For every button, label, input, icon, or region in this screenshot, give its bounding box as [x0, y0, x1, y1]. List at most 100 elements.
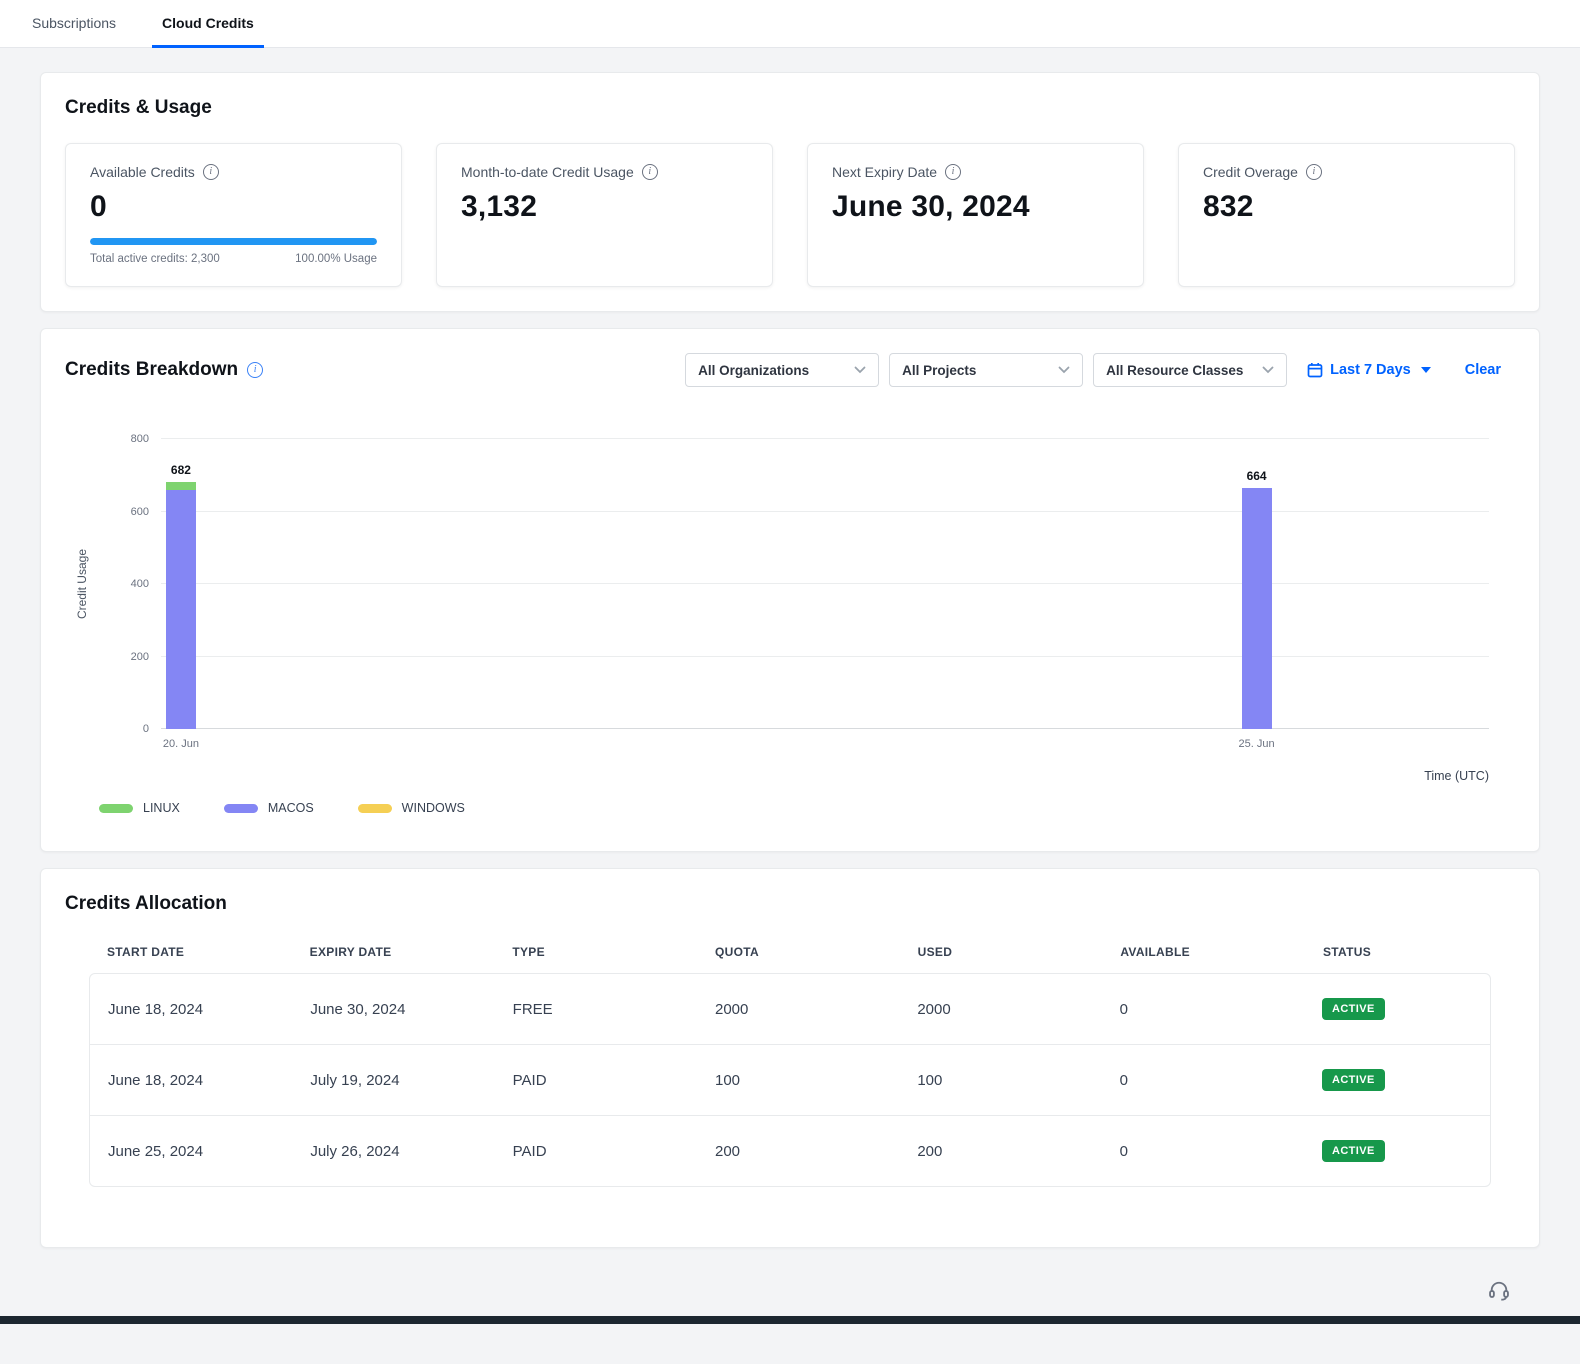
cell-quota: 100 — [715, 1072, 917, 1089]
cell-start-date: June 25, 2024 — [108, 1143, 310, 1160]
mtd-usage-card: Month-to-date Credit Usage i 3,132 — [436, 143, 773, 287]
table-row: June 18, 2024 June 30, 2024 FREE 2000 20… — [90, 974, 1490, 1045]
cell-used: 200 — [917, 1143, 1119, 1160]
credits-allocation-title: Credits Allocation — [65, 893, 1515, 915]
cell-available: 0 — [1120, 1143, 1322, 1160]
cell-available: 0 — [1120, 1072, 1322, 1089]
legend-swatch — [99, 804, 133, 813]
main-content: Credits & Usage Available Credits i 0 To… — [0, 48, 1580, 1316]
chevron-down-icon — [854, 366, 866, 374]
column-header-type: TYPE — [512, 945, 715, 959]
cell-quota: 200 — [715, 1143, 917, 1160]
credit-overage-label: Credit Overage — [1203, 164, 1298, 180]
bar-segment-macos — [166, 490, 196, 729]
column-header-used: USED — [918, 945, 1121, 959]
credits-allocation-table: START DATE EXPIRY DATE TYPE QUOTA USED A… — [89, 945, 1491, 1187]
support-icon[interactable] — [1488, 1280, 1510, 1301]
cell-type: PAID — [513, 1143, 715, 1160]
legend-swatch — [224, 804, 258, 813]
gridline — [161, 583, 1489, 584]
credits-breakdown-title: Credits Breakdown — [65, 359, 238, 381]
credit-usage-chart: Credit Usage 020040060080068220. Jun6642… — [65, 439, 1515, 815]
resource-classes-select-value: All Resource Classes — [1106, 363, 1243, 378]
cell-start-date: June 18, 2024 — [108, 1072, 310, 1089]
cell-available: 0 — [1120, 1001, 1322, 1018]
cell-expiry-date: July 19, 2024 — [310, 1072, 512, 1089]
column-header-available: AVAILABLE — [1120, 945, 1323, 959]
legend-item-macos[interactable]: MACOS — [224, 801, 314, 815]
mtd-usage-label: Month-to-date Credit Usage — [461, 164, 634, 180]
available-credits-card: Available Credits i 0 Total active credi… — [65, 143, 402, 287]
breakdown-filters: All Organizations All Projects All Resou… — [685, 353, 1515, 387]
date-range-label: Last 7 Days — [1330, 362, 1411, 378]
credit-overage-card: Credit Overage i 832 — [1178, 143, 1515, 287]
gridline — [161, 656, 1489, 657]
bar-total-label: 664 — [1247, 469, 1267, 483]
available-credits-value: 0 — [90, 190, 377, 224]
info-icon[interactable]: i — [247, 362, 263, 378]
tab-cloud-credits[interactable]: Cloud Credits — [152, 0, 264, 48]
table-body: June 18, 2024 June 30, 2024 FREE 2000 20… — [89, 973, 1491, 1187]
chevron-down-icon — [1262, 366, 1274, 374]
column-header-start-date: START DATE — [107, 945, 310, 959]
legend-item-linux[interactable]: LINUX — [99, 801, 180, 815]
bar-segment-macos — [1242, 488, 1272, 729]
y-axis-tick: 600 — [131, 506, 149, 518]
credits-allocation-card: Credits Allocation START DATE EXPIRY DAT… — [40, 868, 1540, 1248]
credits-breakdown-card: Credits Breakdown i All Organizations Al… — [40, 328, 1540, 852]
bar-20-jun[interactable]: 682 — [166, 439, 196, 729]
footer-area — [40, 1264, 1540, 1316]
gridline — [161, 438, 1489, 439]
chart-plot-area: 020040060080068220. Jun66425. Jun — [161, 439, 1489, 729]
gridline — [161, 728, 1489, 729]
credits-progress-bar — [90, 238, 377, 245]
info-icon[interactable]: i — [642, 164, 658, 180]
bar-segment-linux — [166, 482, 196, 490]
chevron-down-icon — [1058, 366, 1070, 374]
legend-item-windows[interactable]: WINDOWS — [358, 801, 465, 815]
date-range-picker[interactable]: Last 7 Days — [1307, 362, 1431, 378]
credits-usage-card: Credits & Usage Available Credits i 0 To… — [40, 72, 1540, 312]
y-axis-tick: 200 — [131, 651, 149, 663]
y-axis-label: Credit Usage — [75, 549, 89, 619]
tab-subscriptions[interactable]: Subscriptions — [22, 0, 126, 48]
info-icon[interactable]: i — [945, 164, 961, 180]
legend-label: WINDOWS — [402, 801, 465, 815]
table-header-row: START DATE EXPIRY DATE TYPE QUOTA USED A… — [89, 945, 1491, 973]
cell-type: PAID — [513, 1072, 715, 1089]
stats-row: Available Credits i 0 Total active credi… — [65, 143, 1515, 287]
bar-total-label: 682 — [171, 463, 191, 477]
cell-quota: 2000 — [715, 1001, 917, 1018]
y-axis-tick: 0 — [143, 723, 149, 735]
column-header-quota: QUOTA — [715, 945, 918, 959]
tab-bar: Subscriptions Cloud Credits — [0, 0, 1580, 48]
credit-overage-value: 832 — [1203, 190, 1490, 224]
organizations-select[interactable]: All Organizations — [685, 353, 879, 387]
info-icon[interactable]: i — [203, 164, 219, 180]
caret-down-icon — [1421, 367, 1431, 373]
gridline — [161, 511, 1489, 512]
status-badge: ACTIVE — [1322, 1140, 1385, 1162]
resource-classes-select[interactable]: All Resource Classes — [1093, 353, 1287, 387]
legend-label: LINUX — [143, 801, 180, 815]
chart-legend: LINUX MACOS WINDOWS — [99, 801, 1515, 815]
available-credits-label: Available Credits — [90, 164, 195, 180]
mtd-usage-value: 3,132 — [461, 190, 748, 224]
projects-select[interactable]: All Projects — [889, 353, 1083, 387]
legend-swatch — [358, 804, 392, 813]
credits-progress-fill — [90, 238, 377, 245]
projects-select-value: All Projects — [902, 363, 976, 378]
cell-expiry-date: July 26, 2024 — [310, 1143, 512, 1160]
calendar-icon — [1307, 362, 1323, 378]
legend-label: MACOS — [268, 801, 314, 815]
status-badge: ACTIVE — [1322, 998, 1385, 1020]
organizations-select-value: All Organizations — [698, 363, 809, 378]
bar-25-jun[interactable]: 664 — [1242, 439, 1272, 729]
table-row: June 18, 2024 July 19, 2024 PAID 100 100… — [90, 1045, 1490, 1116]
cell-type: FREE — [513, 1001, 715, 1018]
info-icon[interactable]: i — [1306, 164, 1322, 180]
total-active-credits-note: Total active credits: 2,300 — [90, 253, 220, 265]
clear-filters-button[interactable]: Clear — [1465, 362, 1501, 378]
next-expiry-value: June 30, 2024 — [832, 190, 1119, 224]
next-expiry-card: Next Expiry Date i June 30, 2024 — [807, 143, 1144, 287]
